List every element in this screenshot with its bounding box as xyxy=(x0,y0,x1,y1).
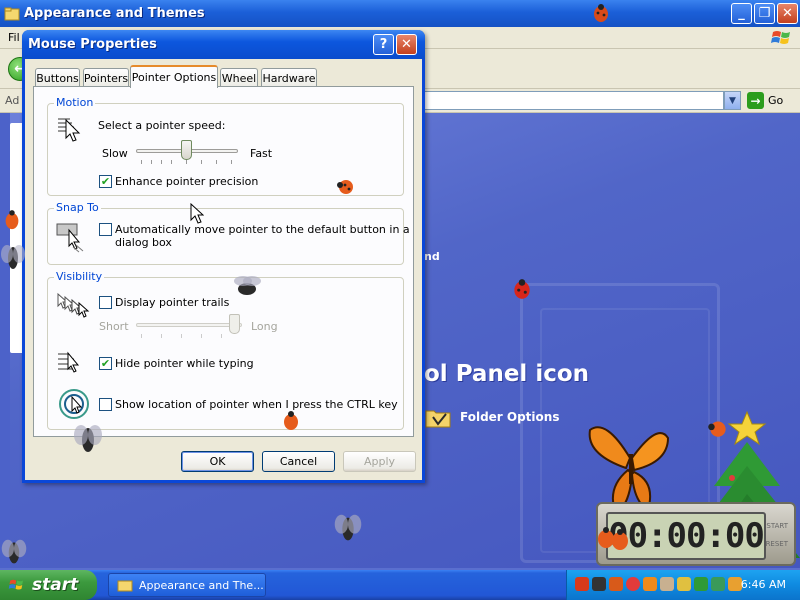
snap-to-icon xyxy=(56,223,84,253)
pointer-options-panel: Motion Select a pointer speed: Slow Fast… xyxy=(33,86,414,437)
dialog-title: Mouse Properties xyxy=(28,37,157,52)
ok-button[interactable]: OK xyxy=(181,451,254,472)
windows-logo-icon xyxy=(771,31,790,44)
tray-ladybug-icon[interactable] xyxy=(575,577,589,591)
folder-options-link[interactable]: Folder Options xyxy=(424,405,559,429)
menu-file[interactable]: Fil xyxy=(8,31,20,44)
folder-window-icon xyxy=(4,7,20,20)
system-tray: 6:46 AM xyxy=(566,570,800,600)
tab-hardware[interactable]: Hardware xyxy=(261,68,317,87)
background-window-titlebar[interactable]: Appearance and Themes _ ❐ ✕ xyxy=(0,0,800,27)
taskbar: start Appearance and The... 6:46 AM xyxy=(0,570,800,600)
dialog-close-button[interactable]: ✕ xyxy=(396,34,417,55)
enhance-precision-checkbox[interactable]: ✔ xyxy=(99,175,112,188)
dialog-titlebar[interactable]: Mouse Properties ? ✕ xyxy=(22,30,425,59)
pointer-trails-label: Display pointer trails xyxy=(115,296,230,309)
snap-to-label-line1: Automatically move pointer to the defaul… xyxy=(115,223,410,236)
pointer-trails-icon xyxy=(57,292,90,318)
visibility-group-label: Visibility xyxy=(54,270,105,283)
folder-options-icon xyxy=(425,410,451,428)
snap-to-checkbox[interactable] xyxy=(99,223,112,236)
control-panel-heading: ol Panel icon xyxy=(424,361,590,387)
tab-pointers[interactable]: Pointers xyxy=(83,68,129,87)
minimize-button[interactable]: _ xyxy=(731,3,752,24)
windows-logo-icon xyxy=(8,579,23,590)
address-input[interactable] xyxy=(424,91,724,110)
chevron-down-icon: ▼ xyxy=(729,95,736,106)
tab-pointer-options[interactable]: Pointer Options xyxy=(130,65,218,88)
address-dropdown-button[interactable]: ▼ xyxy=(724,91,741,110)
hide-pointer-label: Hide pointer while typing xyxy=(115,357,254,370)
background-window-title: Appearance and Themes xyxy=(24,6,205,21)
tab-wheel[interactable]: Wheel xyxy=(220,68,258,87)
timer-start-button[interactable]: START xyxy=(766,522,788,530)
snap-to-group: Snap To Automatically move pointer to th… xyxy=(47,201,410,265)
taskbar-item-appearance[interactable]: Appearance and The... xyxy=(108,573,266,597)
ctrl-locate-checkbox[interactable] xyxy=(99,398,112,411)
motion-group-label: Motion xyxy=(54,96,96,109)
fly-icon xyxy=(334,514,362,541)
enhance-precision-label: Enhance pointer precision xyxy=(115,175,259,188)
trail-slider-track[interactable] xyxy=(136,323,242,327)
mouse-cursor-icon xyxy=(190,203,204,224)
address-label: Ad xyxy=(5,94,20,107)
snap-to-group-label: Snap To xyxy=(54,201,101,214)
tray-icons xyxy=(575,577,742,591)
go-button[interactable]: → Go xyxy=(747,91,783,110)
tray-tree-icon[interactable] xyxy=(694,577,708,591)
cancel-button[interactable]: Cancel xyxy=(262,451,335,472)
timer-reset-button[interactable]: RESET xyxy=(766,540,788,548)
partial-link-text[interactable]: nd xyxy=(424,250,440,263)
help-button[interactable]: ? xyxy=(373,34,394,55)
slow-label: Slow xyxy=(102,147,128,160)
ladybug-icon xyxy=(598,527,628,550)
ctrl-locate-icon xyxy=(59,389,89,419)
visibility-group: Visibility Display pointer trails Short … xyxy=(47,270,404,430)
tray-bat-icon[interactable] xyxy=(592,577,606,591)
close-button[interactable]: ✕ xyxy=(777,3,798,24)
tray-butterfly-icon[interactable] xyxy=(643,577,657,591)
ladybug-icon xyxy=(514,279,530,299)
pointer-trails-checkbox[interactable] xyxy=(99,296,112,309)
pointer-speed-icon xyxy=(58,118,81,142)
ladybug-icon xyxy=(594,4,608,22)
ladybug-icon xyxy=(5,210,19,230)
hide-pointer-checkbox[interactable]: ✔ xyxy=(99,357,112,370)
taskbar-clock[interactable]: 6:46 AM xyxy=(741,578,786,591)
folder-options-label: Folder Options xyxy=(460,410,560,424)
snap-to-label-line2: dialog box xyxy=(115,236,172,249)
task-pane xyxy=(0,113,10,568)
start-button[interactable]: start xyxy=(0,570,97,600)
speed-slider-thumb[interactable] xyxy=(181,140,192,160)
speed-label: Select a pointer speed: xyxy=(98,119,226,132)
fly-icon xyxy=(1,539,27,564)
go-label: Go xyxy=(768,94,784,107)
fly-icon xyxy=(74,425,102,452)
go-arrow-icon: → xyxy=(747,92,764,109)
ladybug-icon xyxy=(284,411,298,430)
fast-label: Fast xyxy=(250,147,273,160)
tray-pencil-icon[interactable] xyxy=(677,577,691,591)
fly-icon xyxy=(1,245,25,269)
ctrl-locate-label: Show location of pointer when I press th… xyxy=(115,398,398,411)
mouse-properties-dialog: Mouse Properties ? ✕ Buttons Pointers Po… xyxy=(22,30,425,483)
folder-window-icon xyxy=(117,580,133,592)
tray-fox-icon[interactable] xyxy=(609,577,623,591)
tray-shield-icon[interactable] xyxy=(711,577,725,591)
ladybug-icon xyxy=(337,180,353,194)
fly-icon xyxy=(234,276,261,295)
tray-tool-icon[interactable] xyxy=(660,577,674,591)
trail-slider-thumb[interactable] xyxy=(229,314,240,334)
maximize-button[interactable]: ❐ xyxy=(754,3,775,24)
tray-clock-icon[interactable] xyxy=(626,577,640,591)
apply-button[interactable]: Apply xyxy=(343,451,416,472)
hide-pointer-icon xyxy=(58,351,80,373)
start-label: start xyxy=(32,575,79,595)
taskbar-item-label: Appearance and The... xyxy=(139,578,264,592)
short-label: Short xyxy=(99,320,129,333)
timer-display: 00:00:00 xyxy=(606,512,766,560)
long-label: Long xyxy=(251,320,278,333)
tab-buttons[interactable]: Buttons xyxy=(35,68,80,87)
